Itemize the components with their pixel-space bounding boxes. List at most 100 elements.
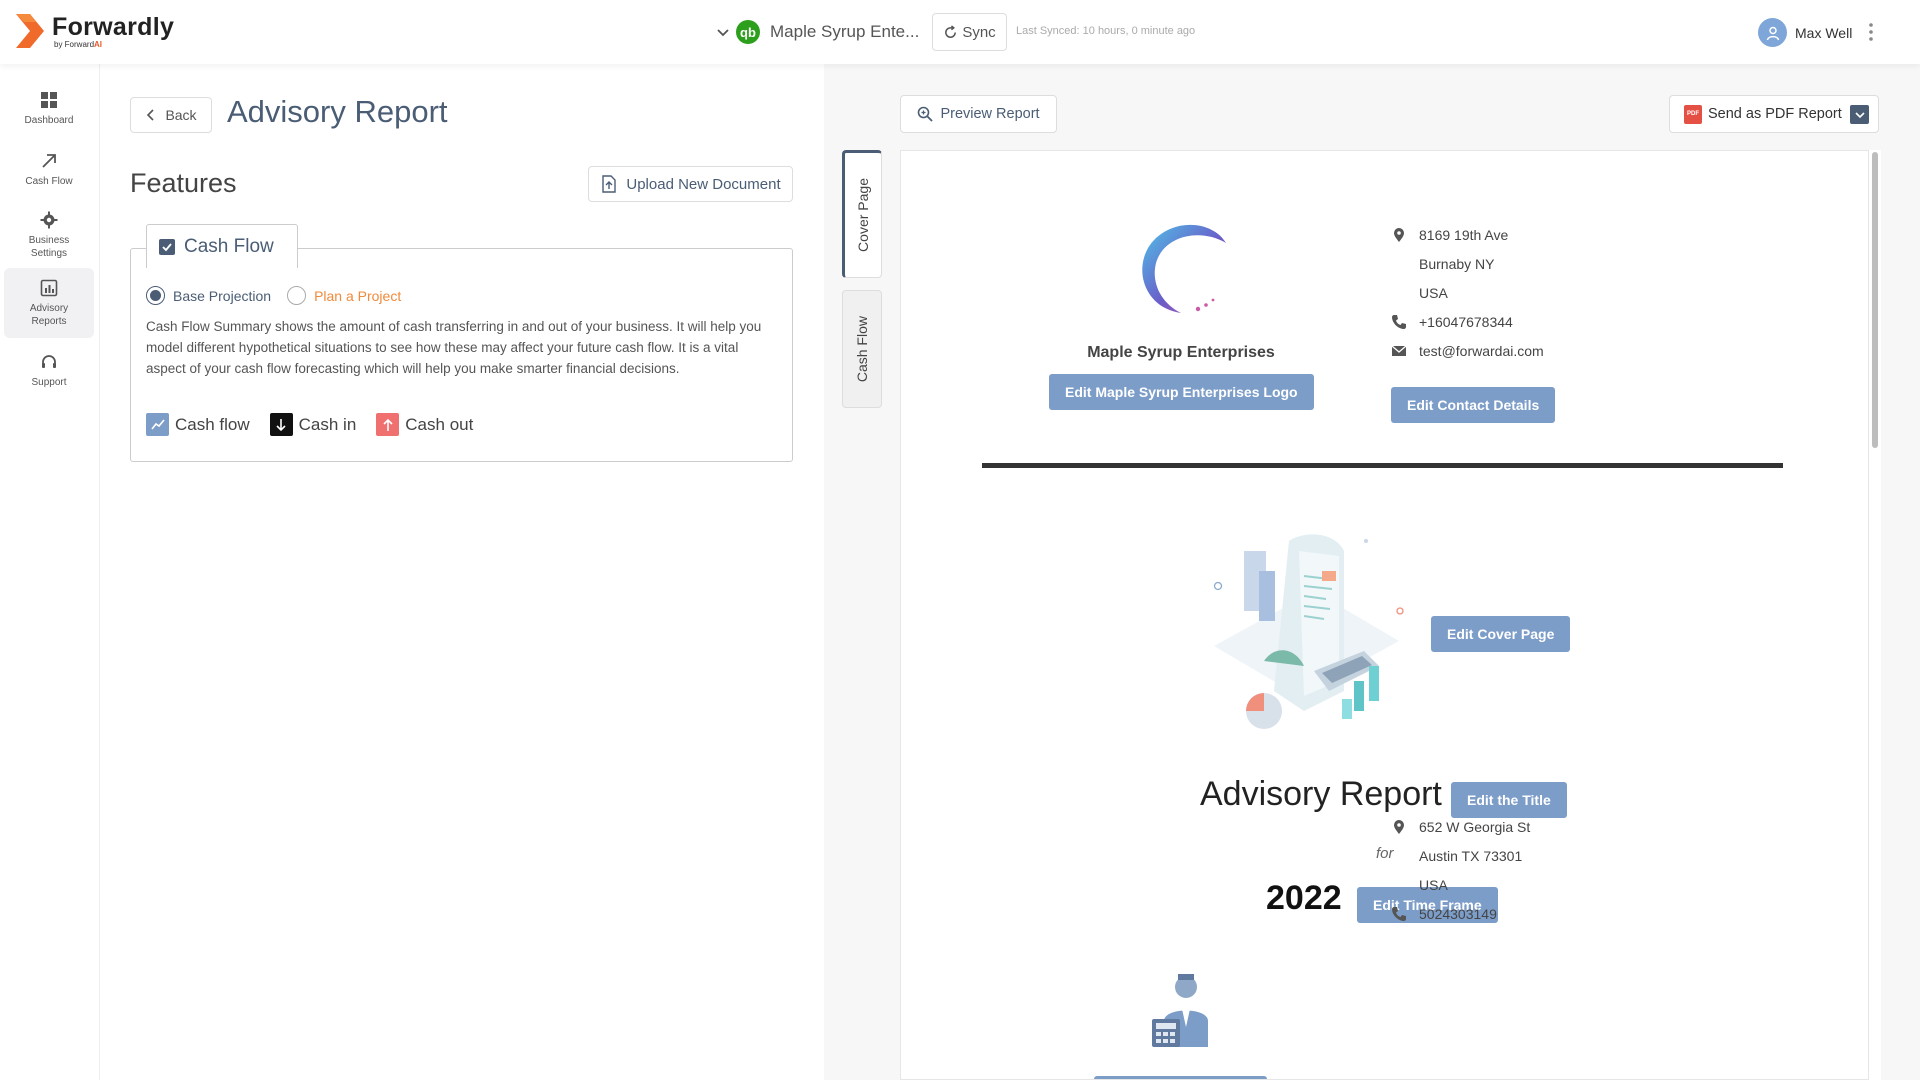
sidebar-item-business-settings[interactable]: Business Settings [4, 200, 94, 270]
trend-line-icon [146, 413, 169, 436]
report-icon [40, 279, 58, 296]
features-heading: Features [130, 168, 237, 198]
cash-flow-checkbox[interactable] [159, 238, 175, 255]
base-projection-label[interactable]: Base Projection [173, 288, 271, 304]
contact-email: test@forwardai.com [1391, 343, 1544, 359]
tab-cover-page[interactable]: Cover Page [842, 150, 882, 278]
tab-label: Cover Page [855, 178, 871, 252]
tab-label: Cash Flow [854, 315, 870, 383]
company-logo-icon [1142, 224, 1226, 313]
gear-icon [40, 211, 58, 228]
plan-project-label[interactable]: Plan a Project [314, 288, 401, 304]
last-synced-text: Last Synced: 10 hours, 0 minute ago [1016, 25, 1196, 37]
phone-icon [1392, 315, 1406, 329]
edit-contact-button[interactable]: Edit Contact Details [1391, 387, 1556, 423]
tab-cash-flow[interactable]: Cash Flow [842, 290, 882, 408]
arrow-up-right-icon [42, 154, 56, 168]
forwardly-logo-icon [16, 14, 44, 48]
phone-icon [1392, 907, 1406, 921]
brand-sub: by ForwardAI [54, 39, 103, 49]
upload-label: Upload New Document [626, 175, 781, 193]
quickbooks-icon: qb [736, 20, 760, 44]
back-button[interactable]: Back [130, 97, 212, 133]
chevron-down-icon[interactable] [1850, 105, 1869, 124]
send-pdf-button[interactable]: PDF Send as PDF Report [1669, 95, 1879, 133]
legend-label: Cash flow [175, 414, 250, 434]
contact-phone: +16047678344 [1391, 314, 1513, 330]
edit-title-button[interactable]: Edit the Title [1451, 782, 1567, 818]
preview-scrollbar-thumb[interactable] [1872, 152, 1878, 448]
cash-flow-feature-toggle[interactable]: Cash Flow [146, 224, 298, 268]
preview-report-button[interactable]: Preview Report [900, 95, 1057, 133]
user-name: Max Well [1795, 24, 1853, 41]
report-document: Maple Syrup Enterprises Edit Maple Syrup… [900, 150, 1869, 1080]
base-projection-radio[interactable] [146, 286, 165, 305]
avatar [1758, 18, 1787, 47]
feature-description: Cash Flow Summary shows the amount of ca… [146, 319, 762, 376]
report-year: 2022 [1266, 879, 1342, 917]
brand-logo[interactable]: Forwardly by ForwardAI [14, 12, 174, 50]
features-panel: Back Advisory Report Features Upload New… [100, 64, 824, 1080]
edit-advisor-button[interactable] [1094, 1076, 1267, 1079]
arrow-down-icon [269, 413, 293, 436]
advisor-phone: 5024303149 [1391, 906, 1497, 922]
advisor-address-line1: 652 W Georgia St [1391, 819, 1530, 835]
feature-name: Cash Flow [184, 235, 274, 257]
user-menu[interactable]: Max Well [1758, 18, 1852, 47]
page-title: Advisory Report [227, 94, 448, 129]
mail-icon [1391, 345, 1407, 356]
plan-project-radio[interactable] [287, 286, 307, 305]
upload-document-button[interactable]: Upload New Document [588, 166, 793, 202]
location-pin-icon [1394, 228, 1404, 242]
chevron-down-icon [717, 29, 729, 37]
back-label: Back [165, 107, 197, 123]
legend-cash-in: Cash in [269, 413, 357, 436]
company-name-text: Maple Syrup Enterprises [1087, 344, 1275, 361]
cash-flow-legend: Cash flow Cash in Cash out [146, 413, 493, 436]
accountant-icon [1152, 974, 1208, 1047]
sync-icon [945, 24, 957, 38]
sidebar-item-label: Advisory Reports [29, 302, 69, 327]
chevron-left-icon [147, 109, 155, 121]
report-title-text: Advisory Report [1200, 775, 1442, 813]
advisor-country: USA [1419, 877, 1448, 893]
headset-icon [42, 355, 56, 368]
section-divider [982, 463, 1783, 468]
dashboard-icon [41, 92, 57, 108]
report-illustration-icon [1213, 534, 1404, 729]
preview-label: Preview Report [940, 106, 1040, 122]
top-bar: Forwardly by ForwardAI qb Maple Syrup En… [0, 0, 1920, 64]
sidebar-item-dashboard[interactable]: Dashboard [4, 74, 94, 144]
sidebar: Dashboard Cash Flow Business Settings Ad… [0, 64, 100, 1080]
brand-name: Forwardly [52, 12, 175, 41]
legend-label: Cash in [298, 414, 357, 434]
sidebar-item-label: Support [31, 377, 67, 388]
legend-label: Cash out [405, 414, 474, 434]
more-vertical-icon[interactable] [1866, 20, 1876, 44]
sidebar-item-cash-flow[interactable]: Cash Flow [4, 135, 94, 205]
edit-cover-page-button[interactable]: Edit Cover Page [1431, 616, 1571, 652]
check-icon [162, 242, 172, 251]
upload-file-icon [602, 175, 617, 193]
company-switcher[interactable]: qb Maple Syrup Ente... [716, 20, 919, 44]
sidebar-item-label: Dashboard [24, 115, 74, 126]
sidebar-item-label: Business Settings [28, 234, 70, 259]
sidebar-item-support[interactable]: Support [4, 336, 94, 406]
advisor-address-line2: Austin TX 73301 [1419, 848, 1523, 864]
sync-label: Sync [962, 23, 996, 41]
contact-country: USA [1419, 285, 1448, 301]
user-icon [1766, 26, 1779, 40]
sidebar-item-label: Cash Flow [25, 176, 73, 187]
report-preview-area: Preview Report PDF Send as PDF Report Ma… [900, 64, 1920, 1080]
edit-logo-button[interactable]: Edit Maple Syrup Enterprises Logo [1049, 374, 1314, 410]
location-pin-icon [1394, 820, 1404, 834]
contact-address-line1: 8169 19th Ave [1391, 227, 1508, 243]
projection-options: Base Projection Plan a Project [146, 286, 401, 305]
legend-cash-out: Cash out [376, 413, 473, 436]
zoom-icon [918, 106, 934, 122]
arrow-up-icon [376, 413, 400, 436]
sidebar-item-advisory-reports[interactable]: Advisory Reports [4, 268, 94, 338]
contact-address-line2: Burnaby NY [1419, 256, 1495, 272]
sync-button[interactable]: Sync [932, 13, 1007, 51]
pdf-icon: PDF [1684, 104, 1702, 124]
